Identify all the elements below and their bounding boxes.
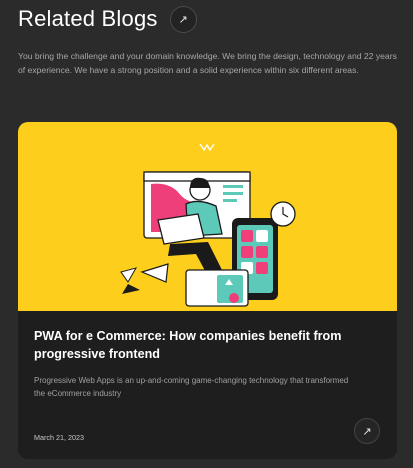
arrow-up-right-icon: ↗ [362,425,372,438]
page: Related Blogs ↗ You bring the challenge … [0,0,413,468]
blog-card-open-button[interactable]: ↗ [354,418,380,444]
blog-card-image [18,122,397,311]
section-intro: You bring the challenge and your domain … [18,51,397,75]
brand-logo-icon [199,143,215,152]
view-all-button[interactable]: ↗ [169,5,197,33]
blog-card-description: Progressive Web Apps is an up-and-coming… [34,376,349,398]
blog-card-date: March 21, 2023 [34,433,84,442]
section-header: Related Blogs ↗ [18,5,197,33]
blog-card[interactable]: PWA for e Commerce: How companies benefi… [18,122,397,459]
illustration-person-laptop-icon [120,143,296,307]
blog-card-title[interactable]: PWA for e Commerce: How companies benefi… [34,327,374,363]
section-title: Related Blogs [18,6,158,31]
arrow-up-right-icon: ↗ [178,13,188,26]
